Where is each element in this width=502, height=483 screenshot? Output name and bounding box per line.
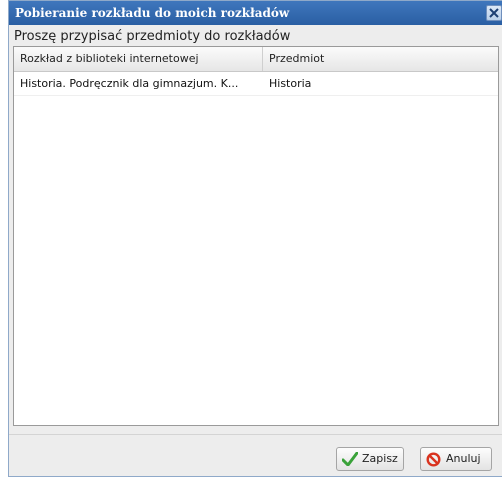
checkmark-icon — [341, 451, 359, 474]
cancel-icon — [426, 452, 441, 475]
cancel-button-label: Anuluj — [446, 452, 481, 465]
table-row[interactable]: Historia. Podręcznik dla gimnazjum. K...… — [14, 72, 498, 96]
grid-header: Rozkład z biblioteki internetowej Przedm… — [14, 47, 498, 72]
schedule-cell[interactable]: Historia. Podręcznik dla gimnazjum. K... — [14, 72, 263, 95]
footer-divider — [9, 434, 502, 435]
close-icon — [489, 8, 499, 18]
assignment-grid: Rozkład z biblioteki internetowej Przedm… — [13, 46, 499, 426]
close-button[interactable] — [486, 5, 502, 21]
save-button[interactable]: Zapisz — [336, 447, 404, 471]
dialog-window: Pobieranie rozkładu do moich rozkładów P… — [8, 0, 502, 477]
column-header-subject[interactable]: Przedmiot — [263, 47, 498, 71]
cancel-button[interactable]: Anuluj — [420, 447, 492, 471]
instruction-label: Proszę przypisać przedmioty do rozkładów — [14, 29, 291, 44]
save-button-label: Zapisz — [362, 452, 398, 465]
subject-cell[interactable]: Historia — [263, 72, 498, 95]
dialog-title: Pobieranie rozkładu do moich rozkładów — [15, 6, 290, 20]
dialog-titlebar[interactable]: Pobieranie rozkładu do moich rozkładów — [9, 1, 502, 25]
column-header-schedule[interactable]: Rozkład z biblioteki internetowej — [14, 47, 263, 71]
